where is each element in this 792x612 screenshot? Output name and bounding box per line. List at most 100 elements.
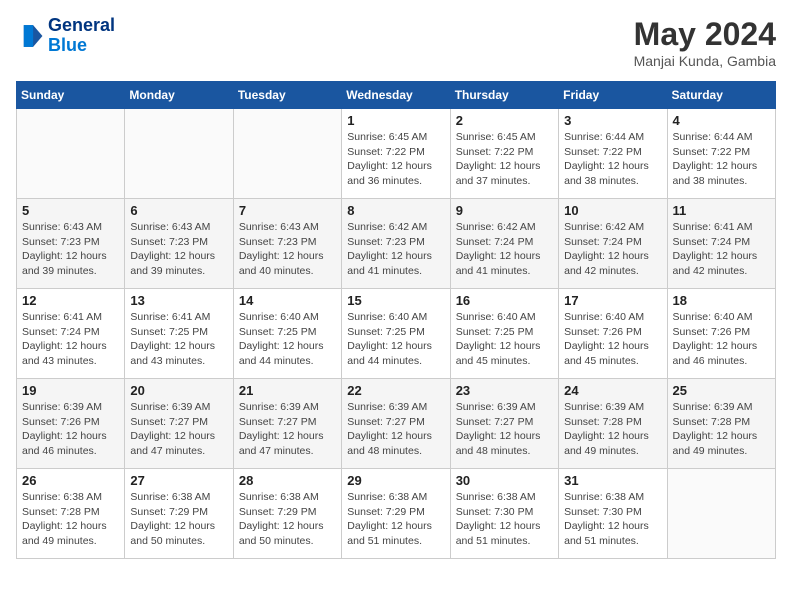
day-cell: 20 Sunrise: 6:39 AM Sunset: 7:27 PM Dayl… [125, 379, 233, 469]
day-number: 23 [456, 383, 553, 398]
day-info: Sunrise: 6:40 AM Sunset: 7:25 PM Dayligh… [456, 310, 553, 369]
sunset-label: Sunset: 7:27 PM [130, 416, 208, 428]
calendar-table: SundayMondayTuesdayWednesdayThursdayFrid… [16, 81, 776, 559]
day-info: Sunrise: 6:41 AM Sunset: 7:25 PM Dayligh… [130, 310, 227, 369]
sunset-label: Sunset: 7:24 PM [22, 326, 100, 338]
day-info: Sunrise: 6:40 AM Sunset: 7:25 PM Dayligh… [347, 310, 444, 369]
sunrise-label: Sunrise: 6:39 AM [130, 401, 210, 413]
day-cell: 29 Sunrise: 6:38 AM Sunset: 7:29 PM Dayl… [342, 469, 450, 559]
daylight-label: Daylight: 12 hours and 37 minutes. [456, 160, 541, 187]
day-info: Sunrise: 6:38 AM Sunset: 7:30 PM Dayligh… [456, 490, 553, 549]
logo-icon [16, 22, 44, 50]
day-number: 25 [673, 383, 770, 398]
sunset-label: Sunset: 7:26 PM [673, 326, 751, 338]
sunset-label: Sunset: 7:23 PM [239, 236, 317, 248]
sunrise-label: Sunrise: 6:42 AM [347, 221, 427, 233]
sunrise-label: Sunrise: 6:41 AM [673, 221, 753, 233]
day-info: Sunrise: 6:38 AM Sunset: 7:29 PM Dayligh… [239, 490, 336, 549]
logo-line1: General [48, 16, 115, 36]
sunset-label: Sunset: 7:30 PM [456, 506, 534, 518]
logo-line2: Blue [48, 36, 115, 56]
day-cell: 8 Sunrise: 6:42 AM Sunset: 7:23 PM Dayli… [342, 199, 450, 289]
sunrise-label: Sunrise: 6:38 AM [347, 491, 427, 503]
day-cell: 9 Sunrise: 6:42 AM Sunset: 7:24 PM Dayli… [450, 199, 558, 289]
sunrise-label: Sunrise: 6:40 AM [347, 311, 427, 323]
sunrise-label: Sunrise: 6:38 AM [22, 491, 102, 503]
day-cell: 25 Sunrise: 6:39 AM Sunset: 7:28 PM Dayl… [667, 379, 775, 469]
day-number: 29 [347, 473, 444, 488]
day-info: Sunrise: 6:44 AM Sunset: 7:22 PM Dayligh… [673, 130, 770, 189]
day-cell: 14 Sunrise: 6:40 AM Sunset: 7:25 PM Dayl… [233, 289, 341, 379]
day-cell: 19 Sunrise: 6:39 AM Sunset: 7:26 PM Dayl… [17, 379, 125, 469]
day-number: 22 [347, 383, 444, 398]
sunset-label: Sunset: 7:22 PM [347, 146, 425, 158]
daylight-label: Daylight: 12 hours and 47 minutes. [130, 430, 215, 457]
sunrise-label: Sunrise: 6:40 AM [239, 311, 319, 323]
calendar-week-row: 12 Sunrise: 6:41 AM Sunset: 7:24 PM Dayl… [17, 289, 776, 379]
title-block: May 2024 Manjai Kunda, Gambia [634, 16, 776, 69]
day-info: Sunrise: 6:38 AM Sunset: 7:28 PM Dayligh… [22, 490, 119, 549]
day-info: Sunrise: 6:41 AM Sunset: 7:24 PM Dayligh… [22, 310, 119, 369]
day-cell: 10 Sunrise: 6:42 AM Sunset: 7:24 PM Dayl… [559, 199, 667, 289]
daylight-label: Daylight: 12 hours and 49 minutes. [673, 430, 758, 457]
day-info: Sunrise: 6:39 AM Sunset: 7:27 PM Dayligh… [456, 400, 553, 459]
sunrise-label: Sunrise: 6:43 AM [22, 221, 102, 233]
day-cell: 13 Sunrise: 6:41 AM Sunset: 7:25 PM Dayl… [125, 289, 233, 379]
day-info: Sunrise: 6:39 AM Sunset: 7:28 PM Dayligh… [673, 400, 770, 459]
daylight-label: Daylight: 12 hours and 48 minutes. [347, 430, 432, 457]
day-info: Sunrise: 6:38 AM Sunset: 7:29 PM Dayligh… [130, 490, 227, 549]
daylight-label: Daylight: 12 hours and 51 minutes. [347, 520, 432, 547]
weekday-header-row: SundayMondayTuesdayWednesdayThursdayFrid… [17, 82, 776, 109]
sunrise-label: Sunrise: 6:39 AM [347, 401, 427, 413]
day-info: Sunrise: 6:39 AM Sunset: 7:27 PM Dayligh… [130, 400, 227, 459]
sunset-label: Sunset: 7:22 PM [456, 146, 534, 158]
day-info: Sunrise: 6:39 AM Sunset: 7:26 PM Dayligh… [22, 400, 119, 459]
sunset-label: Sunset: 7:27 PM [239, 416, 317, 428]
day-cell: 6 Sunrise: 6:43 AM Sunset: 7:23 PM Dayli… [125, 199, 233, 289]
sunset-label: Sunset: 7:27 PM [347, 416, 425, 428]
sunrise-label: Sunrise: 6:43 AM [239, 221, 319, 233]
daylight-label: Daylight: 12 hours and 50 minutes. [130, 520, 215, 547]
day-number: 19 [22, 383, 119, 398]
sunset-label: Sunset: 7:22 PM [564, 146, 642, 158]
sunset-label: Sunset: 7:23 PM [130, 236, 208, 248]
daylight-label: Daylight: 12 hours and 46 minutes. [22, 430, 107, 457]
sunset-label: Sunset: 7:30 PM [564, 506, 642, 518]
day-info: Sunrise: 6:42 AM Sunset: 7:24 PM Dayligh… [564, 220, 661, 279]
sunrise-label: Sunrise: 6:42 AM [456, 221, 536, 233]
logo-text: General Blue [48, 16, 115, 56]
empty-cell [667, 469, 775, 559]
day-info: Sunrise: 6:39 AM Sunset: 7:27 PM Dayligh… [239, 400, 336, 459]
sunrise-label: Sunrise: 6:38 AM [564, 491, 644, 503]
logo: General Blue [16, 16, 115, 56]
calendar-week-row: 5 Sunrise: 6:43 AM Sunset: 7:23 PM Dayli… [17, 199, 776, 289]
day-number: 6 [130, 203, 227, 218]
calendar-week-row: 19 Sunrise: 6:39 AM Sunset: 7:26 PM Dayl… [17, 379, 776, 469]
day-number: 13 [130, 293, 227, 308]
sunset-label: Sunset: 7:24 PM [456, 236, 534, 248]
sunset-label: Sunset: 7:25 PM [130, 326, 208, 338]
daylight-label: Daylight: 12 hours and 45 minutes. [456, 340, 541, 367]
daylight-label: Daylight: 12 hours and 45 minutes. [564, 340, 649, 367]
sunset-label: Sunset: 7:23 PM [347, 236, 425, 248]
sunrise-label: Sunrise: 6:39 AM [564, 401, 644, 413]
sunrise-label: Sunrise: 6:38 AM [130, 491, 210, 503]
sunrise-label: Sunrise: 6:44 AM [673, 131, 753, 143]
day-cell: 24 Sunrise: 6:39 AM Sunset: 7:28 PM Dayl… [559, 379, 667, 469]
day-number: 3 [564, 113, 661, 128]
day-cell: 16 Sunrise: 6:40 AM Sunset: 7:25 PM Dayl… [450, 289, 558, 379]
day-cell: 28 Sunrise: 6:38 AM Sunset: 7:29 PM Dayl… [233, 469, 341, 559]
day-number: 17 [564, 293, 661, 308]
day-number: 8 [347, 203, 444, 218]
day-number: 31 [564, 473, 661, 488]
sunrise-label: Sunrise: 6:38 AM [456, 491, 536, 503]
location: Manjai Kunda, Gambia [634, 53, 776, 69]
sunrise-label: Sunrise: 6:41 AM [130, 311, 210, 323]
daylight-label: Daylight: 12 hours and 39 minutes. [130, 250, 215, 277]
day-info: Sunrise: 6:44 AM Sunset: 7:22 PM Dayligh… [564, 130, 661, 189]
daylight-label: Daylight: 12 hours and 49 minutes. [564, 430, 649, 457]
sunset-label: Sunset: 7:27 PM [456, 416, 534, 428]
day-number: 16 [456, 293, 553, 308]
day-number: 7 [239, 203, 336, 218]
month-year: May 2024 [634, 16, 776, 53]
